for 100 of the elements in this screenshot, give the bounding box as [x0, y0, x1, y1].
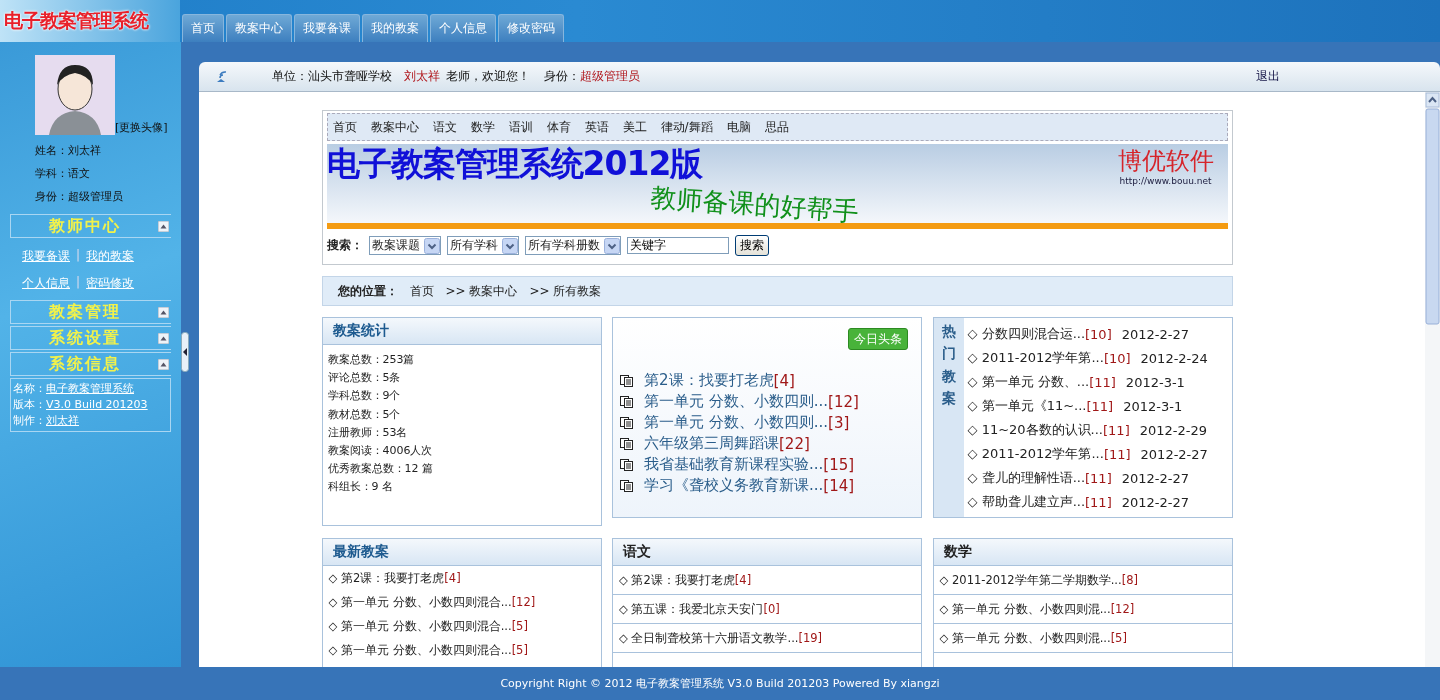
- view-count: [15]: [823, 455, 855, 474]
- date-text: 2012-2-29: [1139, 422, 1207, 438]
- view-count: [11]: [1086, 398, 1114, 414]
- list-link[interactable]: ◇ 第一单元 分数、小数四则混合...: [328, 594, 512, 610]
- panel-title: 教案统计: [322, 318, 601, 345]
- headline-link[interactable]: 我省基础教育新课程实验...: [644, 455, 824, 474]
- greeting-text: 老师，欢迎您！: [446, 68, 530, 85]
- document-icon: [620, 374, 634, 387]
- list-link[interactable]: ◇ 第2课：我要打老虎: [328, 570, 445, 586]
- document-icon: [620, 437, 634, 450]
- dropdown[interactable]: 所有学科册数: [524, 236, 621, 255]
- view-count: [8]: [1121, 573, 1138, 587]
- headline-link[interactable]: 学习《聋校义务教育新课...: [644, 476, 824, 495]
- nav-link[interactable]: 首页: [332, 118, 357, 136]
- info-label: 制作：: [13, 414, 46, 427]
- hot-link[interactable]: ◇ 第一单元 分数、...: [967, 373, 1090, 391]
- list-link[interactable]: ◇ 2011-2012学年第二学期数学...: [939, 572, 1122, 588]
- view-count: [14]: [823, 476, 855, 495]
- nav-link[interactable]: 美工: [622, 118, 647, 136]
- logo: 电子教案管理系统: [0, 0, 180, 42]
- nav-link[interactable]: 思品: [764, 118, 789, 136]
- info-label: 名称：: [13, 382, 46, 395]
- breadcrumb-link[interactable]: >> 所有教案: [529, 282, 602, 300]
- breadcrumb-link[interactable]: >> 教案中心: [445, 282, 518, 300]
- hot-link[interactable]: ◇ 帮助聋儿建立声...: [967, 493, 1086, 511]
- view-count: [0]: [763, 602, 780, 616]
- date-text: 2012-3-1: [1123, 398, 1183, 414]
- list-link[interactable]: ◇ 第一单元 分数、小数四则混合...: [328, 618, 512, 634]
- list-link[interactable]: ◇ 第一单元 分数、小数四则混...: [939, 601, 1111, 617]
- list-link[interactable]: ◇ 第五课：我爱北京天安门: [619, 601, 764, 617]
- list-link[interactable]: ◇ 第一单元 分数、小数四则混合...: [328, 642, 512, 658]
- hot-link[interactable]: ◇ 第一单元《11~...: [967, 397, 1087, 415]
- collapse-icon: [158, 332, 169, 344]
- date-text: 2012-2-27: [1121, 470, 1189, 486]
- info-label: 版本：: [13, 398, 46, 411]
- headline-link[interactable]: 六年级第三周舞蹈课: [644, 434, 779, 453]
- logout-link[interactable]: 退出: [1256, 68, 1280, 85]
- view-count: [10]: [1085, 326, 1112, 342]
- document-icon: [620, 479, 634, 492]
- document-icon: [620, 458, 634, 471]
- list-link[interactable]: ◇ 第一单元 分数、小数四则混...: [939, 630, 1111, 646]
- hot-link[interactable]: ◇ 11~20各数的认识...: [967, 421, 1103, 439]
- dropdown[interactable]: 所有学科: [446, 236, 519, 255]
- date-text: 2012-3-1: [1125, 374, 1185, 390]
- separator: |: [76, 248, 81, 264]
- headline-link[interactable]: 第一单元 分数、小数四则...: [644, 413, 829, 432]
- dropdown[interactable]: 教案课题: [368, 236, 441, 255]
- stat-line: 科组长：9 名: [327, 479, 394, 496]
- search-label: 搜索：: [326, 237, 363, 254]
- view-count: [11]: [1085, 470, 1112, 486]
- nav-link[interactable]: 律动/舞蹈: [660, 118, 713, 136]
- stat-line: 学科总数：9个: [327, 388, 402, 405]
- headline-link[interactable]: 第一单元 分数、小数四则...: [644, 392, 829, 411]
- stat-line: 教案阅读：4006人次: [327, 443, 434, 459]
- view-count: [12]: [511, 595, 536, 609]
- panel-title: 数学: [933, 539, 1232, 566]
- collapse-handle: [181, 332, 189, 372]
- hot-link[interactable]: ◇ 2011-2012学年第...: [967, 445, 1104, 463]
- view-count: [4]: [444, 571, 461, 585]
- unit-text: 单位：汕头市聋哑学校: [272, 68, 392, 85]
- headline-badge: 今日头条: [848, 328, 908, 350]
- document-icon: [620, 395, 634, 408]
- nav-link[interactable]: 电脑: [726, 118, 751, 136]
- keyword-field[interactable]: 关键字: [626, 237, 729, 254]
- nav-link[interactable]: 教案中心: [370, 118, 419, 136]
- list-link[interactable]: ◇ 全日制聋校第十六册语文教学...: [619, 630, 799, 646]
- date-text: 2012-2-27: [1121, 326, 1189, 342]
- breadcrumb-link[interactable]: 首页: [409, 282, 434, 300]
- nav-link[interactable]: 语文: [432, 118, 457, 136]
- nav-link[interactable]: 英语: [584, 118, 609, 136]
- view-count: [4]: [773, 371, 795, 390]
- nav-link[interactable]: 体育: [546, 118, 571, 136]
- collapse-icon: [158, 306, 169, 318]
- hot-link[interactable]: ◇ 2011-2012学年第...: [967, 349, 1104, 367]
- view-count: [19]: [798, 631, 823, 645]
- view-count: [5]: [511, 643, 528, 657]
- nav-link[interactable]: 语训: [508, 118, 533, 136]
- banner-slogan: 教师备课的好帮手: [649, 181, 859, 229]
- stat-line: 教案总数：253篇: [327, 352, 416, 368]
- document-icon: [620, 416, 634, 429]
- breadcrumb-label: 您的位置：: [337, 282, 398, 300]
- view-count: [11]: [1103, 446, 1131, 462]
- list-link[interactable]: ◇ 第2课：我要打老虎: [619, 572, 735, 588]
- hot-link[interactable]: ◇ 分数四则混合运...: [967, 325, 1086, 343]
- headline-link[interactable]: 第2课：找要打老虎: [644, 371, 774, 390]
- view-count: [3]: [828, 413, 850, 432]
- view-count: [10]: [1103, 350, 1131, 366]
- date-text: 2012-2-27: [1140, 446, 1208, 462]
- nav-link[interactable]: 数学: [470, 118, 495, 136]
- hot-link[interactable]: ◇ 聋儿的理解性语...: [967, 469, 1086, 487]
- change-avatar-link[interactable]: [更换头像]: [115, 120, 168, 135]
- search-button[interactable]: 搜索: [734, 235, 769, 256]
- brand-url: http://www.bouu.net: [1118, 176, 1213, 186]
- profile-field: 姓名：刘太祥: [10, 144, 171, 158]
- stat-line: 优秀教案总数：12 篇: [327, 461, 434, 478]
- collapse-icon: [158, 358, 169, 370]
- profile-field: 学科：语文: [10, 167, 171, 181]
- date-text: 2012-2-27: [1121, 494, 1189, 510]
- view-count: [12]: [828, 392, 859, 411]
- view-count: [12]: [1110, 602, 1135, 616]
